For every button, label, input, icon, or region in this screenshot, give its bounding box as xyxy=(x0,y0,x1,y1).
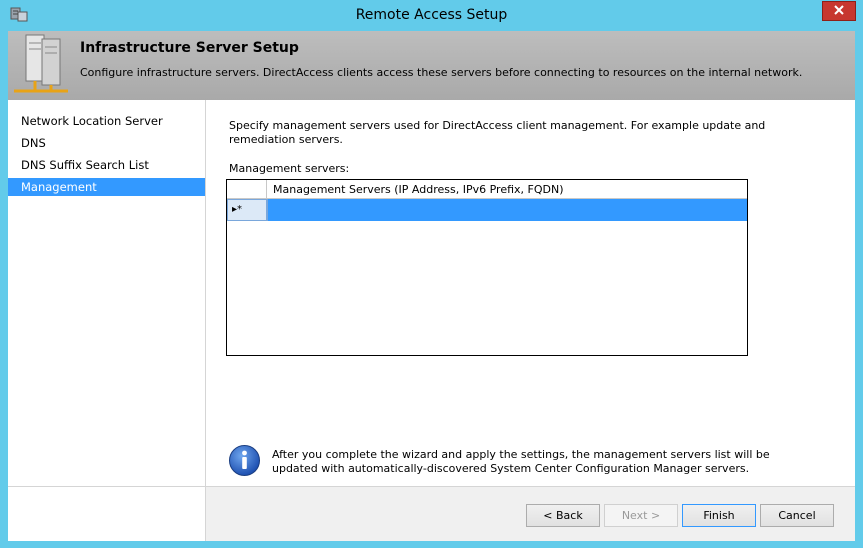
header-banner: Infrastructure Server Setup Configure in… xyxy=(8,31,855,100)
nav-item-dns[interactable]: DNS xyxy=(8,134,205,152)
grid-header: Management Servers (IP Address, IPv6 Pre… xyxy=(227,180,747,199)
content-panel: Specify management servers used for Dire… xyxy=(206,100,855,486)
button-bar: < Back Next > Finish Cancel xyxy=(206,487,855,541)
servers-icon xyxy=(12,33,70,95)
close-icon xyxy=(834,4,844,18)
window: Remote Access Setup Infrastructure Serve… xyxy=(0,0,863,548)
row-header[interactable]: ▸* xyxy=(227,199,267,221)
window-title: Remote Access Setup xyxy=(355,7,508,23)
table-row[interactable]: ▸* xyxy=(227,199,747,221)
nav-item-management[interactable]: Management xyxy=(8,178,205,196)
grid-header-corner xyxy=(227,180,267,199)
dialog-client: Infrastructure Server Setup Configure in… xyxy=(8,31,855,541)
cancel-button[interactable]: Cancel xyxy=(760,504,834,527)
wizard-nav: Network Location Server DNS DNS Suffix S… xyxy=(8,100,206,541)
info-text: After you complete the wizard and apply … xyxy=(272,448,770,475)
banner-title: Infrastructure Server Setup xyxy=(80,40,299,56)
description-text: Specify management servers used for Dire… xyxy=(229,119,766,146)
nav-item-dns-suffix-search-list[interactable]: DNS Suffix Search List xyxy=(8,156,205,174)
servers-label: Management servers: xyxy=(229,162,350,175)
title-bar[interactable]: Remote Access Setup xyxy=(0,0,863,31)
next-button[interactable]: Next > xyxy=(604,504,678,527)
new-row-cell[interactable] xyxy=(267,199,747,221)
finish-button[interactable]: Finish xyxy=(682,504,756,527)
grid-column-header[interactable]: Management Servers (IP Address, IPv6 Pre… xyxy=(273,183,564,196)
close-button[interactable] xyxy=(822,1,856,21)
management-servers-grid[interactable]: Management Servers (IP Address, IPv6 Pre… xyxy=(226,179,748,356)
info-icon xyxy=(228,444,261,477)
nav-item-network-location-server[interactable]: Network Location Server xyxy=(8,112,205,130)
banner-subtitle: Configure infrastructure servers. Direct… xyxy=(80,66,803,79)
back-button[interactable]: < Back xyxy=(526,504,600,527)
